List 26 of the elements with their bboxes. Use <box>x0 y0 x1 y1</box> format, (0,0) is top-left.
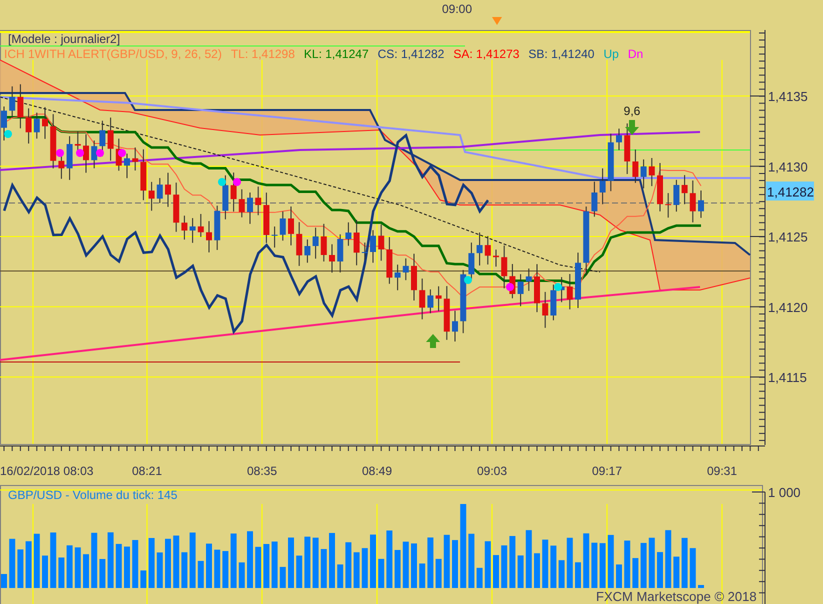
price-axis-label: 1,4125 <box>768 230 808 244</box>
time-axis-label: 08:21 <box>132 464 162 478</box>
volume-title: GBP/USD - Volume du tick: 145 <box>8 488 178 502</box>
legend-label: Dn <box>628 47 644 61</box>
time-axis-label: 08:49 <box>362 464 392 478</box>
time-axis-label: 16/02/2018 08:03 <box>0 464 94 478</box>
time-axis-label: 09:31 <box>706 464 738 478</box>
template-label: [Modele : journalier2] <box>8 32 120 46</box>
time-axis-label: 09:17 <box>592 464 622 478</box>
time-axis-label: 09:03 <box>476 464 508 478</box>
time-axis-label: 08:35 <box>246 464 278 478</box>
legend-label: Up <box>603 47 619 61</box>
legend-label: CS: 1,41282 <box>378 47 444 61</box>
volume-axis-label: 1 000 <box>768 485 801 500</box>
time-marker-label: 09:00 <box>442 2 472 16</box>
price-axis-label: 1,4120 <box>768 300 808 315</box>
annotation-label: 9,6 <box>624 104 640 118</box>
legend-label: KL: 1,41247 <box>304 47 369 61</box>
legend-label: SA: 1,41273 <box>453 47 520 61</box>
price-axis-label: 1,4115 <box>768 370 807 385</box>
legend-label: TL: 1,41298 <box>230 47 295 61</box>
current-price-label: 1,41282 <box>766 182 814 201</box>
price-axis-label: 1,4130 <box>768 159 808 174</box>
legend-label: ICH 1WITH ALERT(GBP/USD, 9, 26, 52) <box>4 47 222 61</box>
price-axis-label: 1,4135 <box>768 89 808 104</box>
legend-label: SB: 1,41240 <box>528 47 594 61</box>
